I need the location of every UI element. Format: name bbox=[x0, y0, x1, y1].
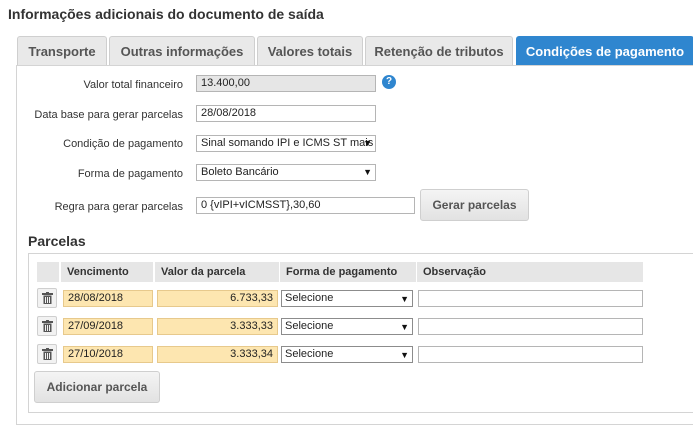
data-base-label: Data base para gerar parcelas bbox=[34, 109, 183, 121]
chevron-down-icon: ▼ bbox=[400, 350, 409, 360]
condicao-pagamento-value: Sinal somando IPI e ICMS ST mais bbox=[201, 137, 374, 149]
delete-row-button[interactable] bbox=[37, 316, 57, 336]
regra-parcelas-label: Regra para gerar parcelas bbox=[54, 201, 183, 213]
table-header-valor: Valor da parcela bbox=[155, 262, 280, 282]
delete-row-button[interactable] bbox=[37, 288, 57, 308]
tab-condicoes-pagamento[interactable]: Condições de pagamento bbox=[516, 36, 693, 65]
table-header-forma: Forma de pagamento bbox=[280, 262, 417, 282]
forma-row-value: Selecione bbox=[285, 292, 334, 304]
forma-row-value: Selecione bbox=[285, 320, 334, 332]
parcelas-title: Parcelas bbox=[28, 233, 86, 249]
vencimento-cell[interactable]: 27/09/2018 bbox=[63, 318, 153, 335]
tab-retencao-tributos[interactable]: Retenção de tributos bbox=[365, 36, 513, 65]
tab-valores-totais[interactable]: Valores totais bbox=[257, 36, 363, 65]
gerar-parcelas-button[interactable]: Gerar parcelas bbox=[420, 189, 529, 221]
condicao-pagamento-label: Condição de pagamento bbox=[63, 138, 183, 150]
chevron-down-icon: ▼ bbox=[363, 138, 372, 148]
page-title: Informações adicionais do documento de s… bbox=[8, 6, 324, 22]
chevron-down-icon: ▼ bbox=[400, 294, 409, 304]
forma-row-select[interactable]: Selecione ▼ bbox=[281, 318, 413, 335]
trash-icon bbox=[41, 292, 53, 304]
forma-row-value: Selecione bbox=[285, 348, 334, 360]
forma-pagamento-label: Forma de pagamento bbox=[77, 168, 183, 180]
chevron-down-icon: ▼ bbox=[363, 167, 372, 177]
forma-pagamento-value: Boleto Bancário bbox=[201, 166, 279, 178]
valor-cell[interactable]: 6.733,33 bbox=[157, 290, 278, 307]
observacao-input[interactable] bbox=[418, 346, 643, 363]
condicao-pagamento-select[interactable]: Sinal somando IPI e ICMS ST mais ▼ bbox=[196, 135, 376, 152]
chevron-down-icon: ▼ bbox=[400, 322, 409, 332]
table-header-observacao: Observação bbox=[417, 262, 644, 282]
adicionar-parcela-button[interactable]: Adicionar parcela bbox=[34, 371, 160, 403]
valor-cell[interactable]: 3.333,33 bbox=[157, 318, 278, 335]
forma-pagamento-select[interactable]: Boleto Bancário ▼ bbox=[196, 164, 376, 181]
valor-total-label: Valor total financeiro bbox=[83, 79, 183, 91]
forma-row-select[interactable]: Selecione ▼ bbox=[281, 290, 413, 307]
data-base-input[interactable]: 28/08/2018 bbox=[196, 105, 376, 122]
tab-transporte[interactable]: Transporte bbox=[17, 36, 107, 65]
observacao-input[interactable] bbox=[418, 290, 643, 307]
vencimento-cell[interactable]: 28/08/2018 bbox=[63, 290, 153, 307]
trash-icon bbox=[41, 320, 53, 332]
delete-row-button[interactable] bbox=[37, 344, 57, 364]
table-header-vencimento: Vencimento bbox=[61, 262, 154, 282]
regra-parcelas-input[interactable]: 0 {vIPI+vICMSST},30,60 bbox=[196, 197, 415, 214]
forma-row-select[interactable]: Selecione ▼ bbox=[281, 346, 413, 363]
tab-outras-informacoes[interactable]: Outras informações bbox=[109, 36, 255, 65]
trash-icon bbox=[41, 348, 53, 360]
valor-total-field: 13.400,00 bbox=[196, 75, 376, 92]
vencimento-cell[interactable]: 27/10/2018 bbox=[63, 346, 153, 363]
observacao-input[interactable] bbox=[418, 318, 643, 335]
valor-cell[interactable]: 3.333,34 bbox=[157, 346, 278, 363]
help-icon[interactable]: ? bbox=[382, 75, 396, 89]
table-header-actions bbox=[37, 262, 60, 282]
